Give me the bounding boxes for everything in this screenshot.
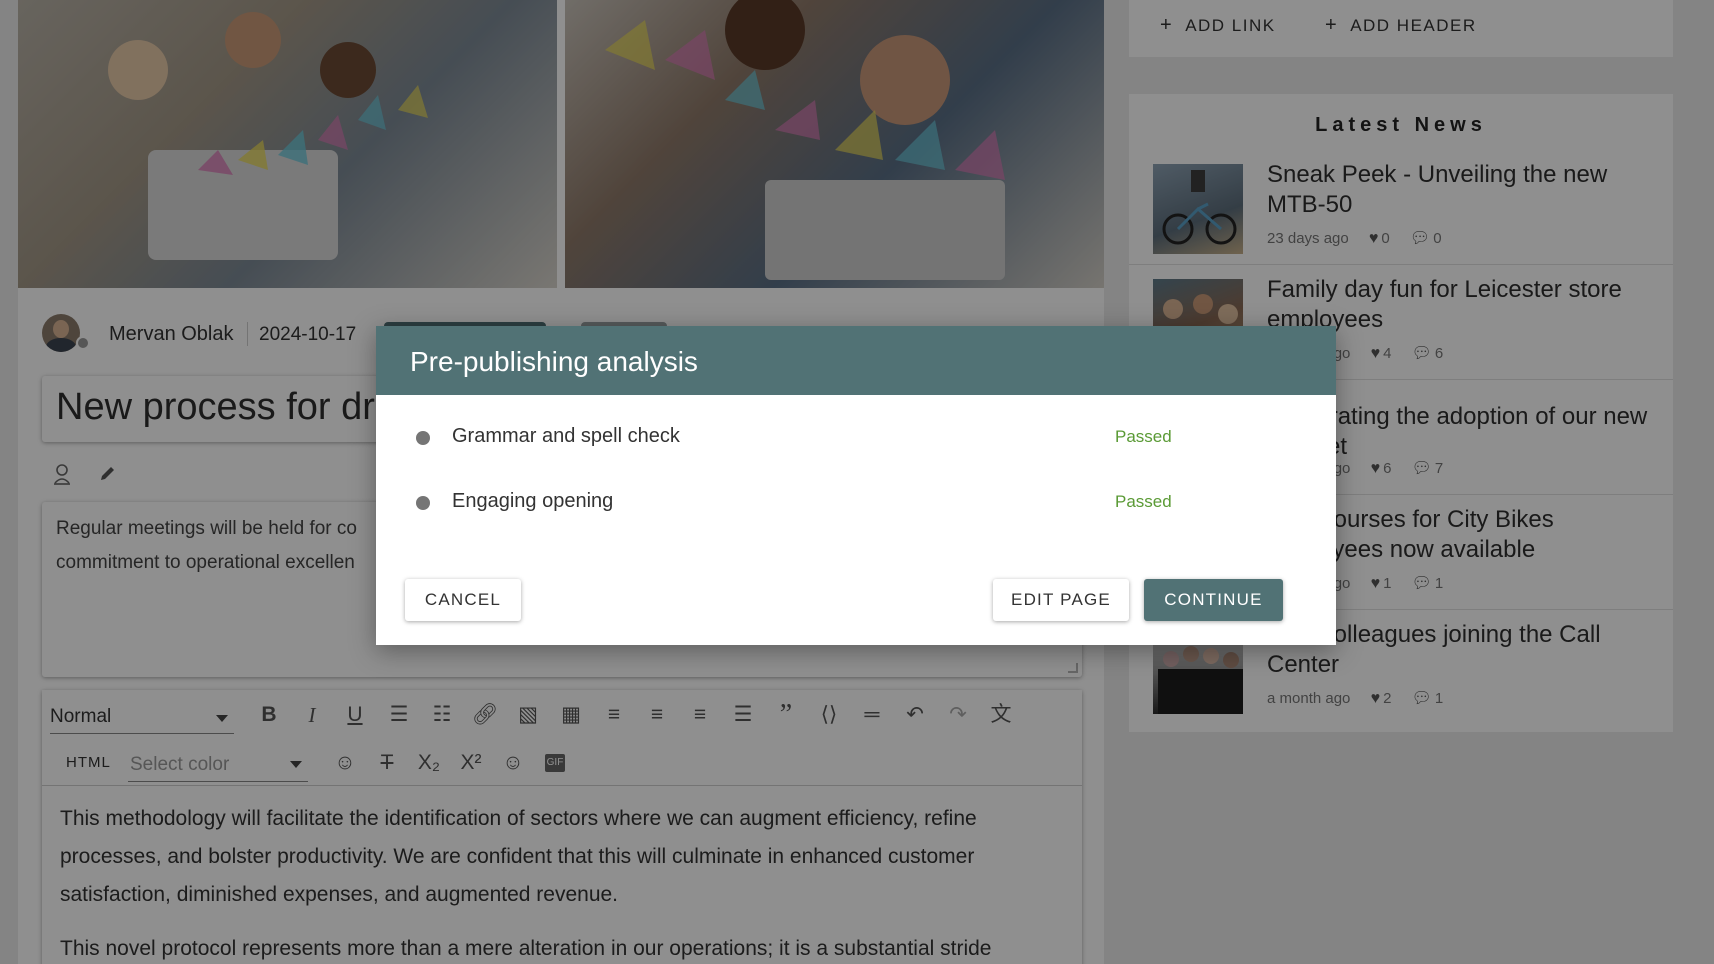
continue-button[interactable]: CONTINUE <box>1144 579 1283 621</box>
dialog-header: Pre-publishing analysis <box>376 326 1336 395</box>
pre-publishing-dialog: Pre-publishing analysis Grammar and spel… <box>376 326 1336 645</box>
cancel-button[interactable]: CANCEL <box>405 579 521 621</box>
status-dot-icon <box>416 496 430 510</box>
analysis-check-row: Engaging opening Passed <box>376 482 1336 522</box>
status-dot-icon <box>416 431 430 445</box>
edit-page-button[interactable]: EDIT PAGE <box>993 579 1129 621</box>
dialog-title: Pre-publishing analysis <box>410 346 698 377</box>
check-label: Engaging opening <box>452 490 614 512</box>
check-status: Passed <box>1115 492 1172 511</box>
check-status: Passed <box>1115 427 1172 446</box>
check-label: Grammar and spell check <box>452 425 680 447</box>
analysis-check-row: Grammar and spell check Passed <box>376 417 1336 457</box>
